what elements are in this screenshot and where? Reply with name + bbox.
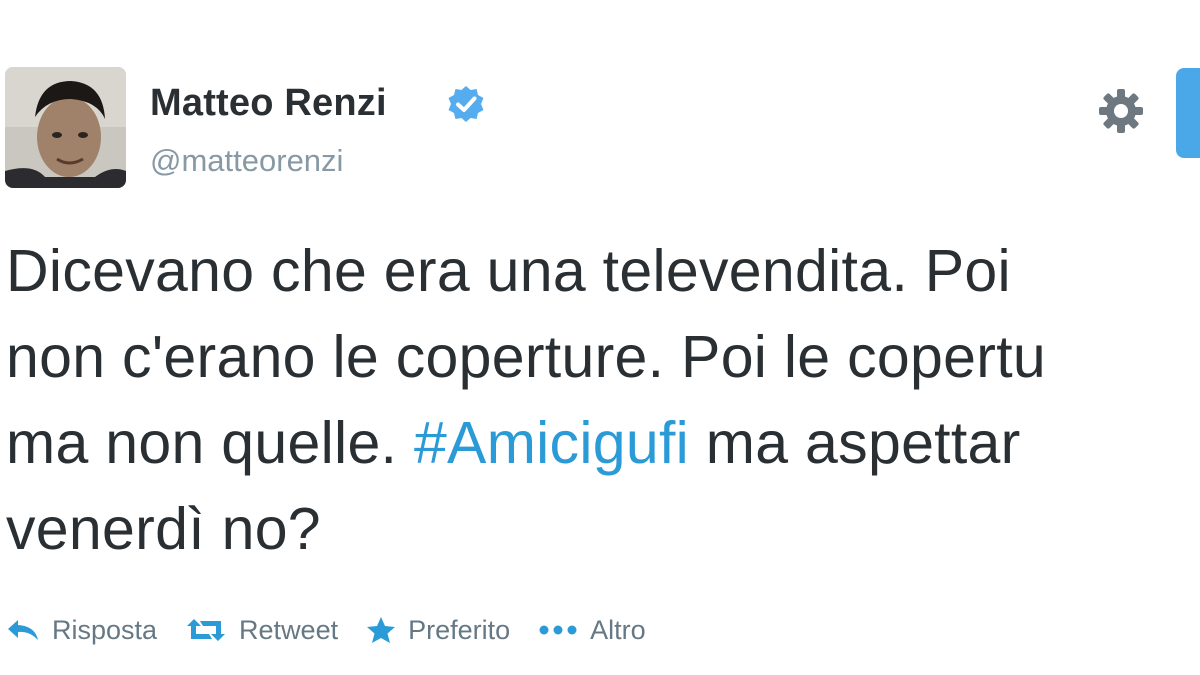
retweet-label: Retweet (239, 614, 339, 645)
favorite-label: Preferito (408, 614, 511, 645)
more-button[interactable]: Altro (538, 615, 646, 646)
retweet-button[interactable]: Retweet (185, 615, 338, 646)
favorite-button[interactable]: Preferito (366, 615, 510, 646)
tweet-line-2: non c'erano le coperture. Poi le copertu (6, 324, 1047, 390)
more-dots-icon (539, 625, 577, 635)
avatar[interactable] (5, 67, 126, 188)
reply-label: Risposta (52, 614, 158, 645)
retweet-icon (187, 619, 226, 641)
tweet-text: Dicevano che era una televendita. Poi no… (6, 228, 1200, 572)
star-icon (367, 617, 396, 643)
hashtag-link[interactable]: #Amicigufi (414, 410, 689, 476)
author-name[interactable]: Matteo Renzi (150, 82, 387, 125)
verified-badge-icon (448, 86, 484, 122)
gear-icon[interactable] (1098, 88, 1144, 134)
tweet-card: Matteo Renzi @matteorenzi Dicevano che e… (0, 0, 1200, 675)
tweet-line-3-start: ma non quelle. (6, 410, 414, 476)
reply-icon (8, 620, 38, 640)
tweet-line-1: Dicevano che era una televendita. Poi (6, 238, 1011, 304)
tweet-line-3: ma non quelle. #Amicigufi ma aspettar (6, 400, 1200, 486)
tweet-line-4: venerdì no? (6, 496, 321, 562)
tweet-line-3-end: ma aspettar (689, 410, 1021, 476)
more-label: Altro (590, 614, 646, 645)
tweet-actions: Risposta Retweet Preferito Altro (6, 612, 674, 648)
follow-button[interactable] (1176, 68, 1200, 158)
author-handle[interactable]: @matteorenzi (150, 143, 343, 179)
reply-button[interactable]: Risposta (6, 615, 157, 646)
